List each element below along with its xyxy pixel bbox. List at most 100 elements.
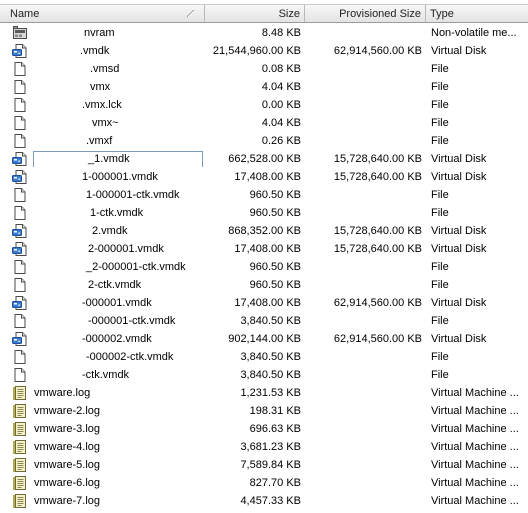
file-row[interactable]: _1.vmdk 662,528.00 KB 15,728,640.00 KB Virt… [0, 150, 528, 168]
file-name: 2-ctk.vmdk [88, 279, 142, 291]
column-header-size-label: Size [278, 7, 300, 20]
file-name-cell: vmware-3.log [0, 421, 205, 437]
file-type: Virtual Machine ... [431, 477, 519, 489]
file-type: Virtual Machine ... [431, 387, 519, 399]
file-provisioned-size: 15,728,640.00 KB [333, 153, 422, 165]
file-name-cell: vmx~ [0, 115, 205, 131]
redacted-name-prefix [34, 44, 80, 58]
log-file-icon [12, 385, 28, 401]
file-row[interactable]: vmware-3.log 696.63 KB Virtual Machine ... [0, 420, 528, 438]
file-type: File [431, 81, 449, 93]
file-type: Virtual Disk [431, 171, 487, 183]
file-name: .vmsd [90, 63, 120, 75]
file-type: File [431, 315, 449, 327]
file-row[interactable]: vmware-2.log 198.31 KB Virtual Machine ... [0, 402, 528, 420]
file-row[interactable]: vmx~ 4.04 KB File [0, 114, 528, 132]
file-type: File [431, 351, 449, 363]
column-header-name[interactable]: Name [0, 5, 205, 22]
file-name: _1.vmdk [88, 153, 130, 165]
file-name: vmware-4.log [34, 441, 101, 453]
file-name: 1-000001.vmdk [82, 171, 158, 183]
file-size: 17,408.00 KB [234, 243, 301, 255]
file-name-cell: 1-000001-ctk.vmdk [0, 187, 205, 203]
file-row[interactable]: vmware-7.log 4,457.33 KB Virtual Machine .… [0, 492, 528, 510]
file-row[interactable]: 1-000001-ctk.vmdk 960.50 KB File [0, 186, 528, 204]
file-row[interactable]: 1-000001.vmdk 17,408.00 KB 15,728,640.00 K… [0, 168, 528, 186]
file-name-cell: 2.vmdk [0, 223, 205, 239]
log-file-icon [12, 439, 28, 455]
file-size: 0.08 KB [261, 63, 301, 75]
column-header-size[interactable]: Size [205, 5, 305, 22]
file-row[interactable]: .vmxf 0.26 KB File [0, 132, 528, 150]
file-type: Virtual Machine ... [431, 405, 519, 417]
file-provisioned-size: 15,728,640.00 KB [333, 225, 422, 237]
file-name-cell: .vmsd [0, 61, 205, 77]
file-size: 17,408.00 KB [234, 171, 301, 183]
file-row[interactable]: -ctk.vmdk 3,840.50 KB File [0, 366, 528, 384]
file-row[interactable]: vmware-5.log 7,589.84 KB Virtual Machine .… [0, 456, 528, 474]
file-name: vmware.log [34, 387, 91, 399]
file-size: 1,231.53 KB [240, 387, 301, 399]
virtual-disk-icon [12, 331, 28, 347]
file-size: 827.70 KB [249, 477, 301, 489]
file-row[interactable]: -000001-ctk.vmdk 3,840.50 KB File [0, 312, 528, 330]
file-icon [12, 61, 28, 77]
file-row[interactable]: .vmsd 0.08 KB File [0, 60, 528, 78]
file-provisioned-size: 62,914,560.00 KB [333, 45, 422, 57]
file-row[interactable]: 2-ctk.vmdk 960.50 KB File [0, 276, 528, 294]
file-name-cell: .vmx.lck [0, 97, 205, 113]
file-type: Virtual Disk [431, 153, 487, 165]
file-name-cell: .vmdk [0, 43, 205, 59]
file-row[interactable]: .vmdk 21,544,960.00 KB 62,914,560.00 KB Vir… [0, 42, 528, 60]
column-header-provisioned-size[interactable]: Provisioned Size [305, 5, 426, 22]
file-row[interactable]: -000001.vmdk 17,408.00 KB 62,914,560.00 KB… [0, 294, 528, 312]
file-row[interactable]: .vmx.lck 0.00 KB File [0, 96, 528, 114]
file-row[interactable]: _2-000001-ctk.vmdk 960.50 KB File [0, 258, 528, 276]
file-icon [12, 97, 28, 113]
file-row[interactable]: vmx 4.04 KB File [0, 78, 528, 96]
file-name-cell: 2-000001.vmdk [0, 241, 205, 257]
file-name: 1-ctk.vmdk [90, 207, 144, 219]
file-row[interactable]: vmware-4.log 3,681.23 KB Virtual Machine .… [0, 438, 528, 456]
file-name-cell: vmware-2.log [0, 403, 205, 419]
file-size: 17,408.00 KB [234, 297, 301, 309]
redacted-name-prefix [34, 296, 82, 310]
file-size: 662,528.00 KB [228, 153, 301, 165]
file-name-cell: -000001-ctk.vmdk [0, 313, 205, 329]
file-size: 3,840.50 KB [240, 369, 301, 381]
redacted-name-prefix [34, 62, 90, 76]
file-name-cell: vmware-5.log [0, 457, 205, 473]
file-name: vmware-7.log [34, 495, 101, 507]
file-row[interactable]: 1-ctk.vmdk 960.50 KB File [0, 204, 528, 222]
file-row[interactable]: nvram 8.48 KB Non-volatile me... [0, 24, 528, 42]
file-type: File [431, 207, 449, 219]
file-row[interactable]: vmware-6.log 827.70 KB Virtual Machine ... [0, 474, 528, 492]
file-size: 4.04 KB [261, 81, 301, 93]
file-name: .vmdk [80, 45, 110, 57]
file-name: -000001.vmdk [82, 297, 152, 309]
file-size: 960.50 KB [249, 207, 301, 219]
column-header-type-label: Type [430, 7, 454, 20]
file-type: File [431, 63, 449, 75]
file-name: -000002.vmdk [82, 333, 152, 345]
file-name-cell: 2-ctk.vmdk [0, 277, 205, 293]
file-type: File [431, 261, 449, 273]
file-name: .vmxf [86, 135, 113, 147]
file-row[interactable]: vmware.log 1,231.53 KB Virtual Machine ... [0, 384, 528, 402]
file-row[interactable]: -000002-ctk.vmdk 3,840.50 KB File [0, 348, 528, 366]
redacted-name-prefix [34, 368, 82, 382]
file-type: File [431, 189, 449, 201]
file-row[interactable]: 2.vmdk 868,352.00 KB 15,728,640.00 KB Virtu… [0, 222, 528, 240]
column-header-type[interactable]: Type [426, 5, 528, 22]
file-type: Virtual Disk [431, 225, 487, 237]
file-name-cell: vmware-4.log [0, 439, 205, 455]
file-type: Virtual Disk [431, 45, 487, 57]
redacted-name-prefix [34, 98, 82, 112]
file-row[interactable]: -000002.vmdk 902,144.00 KB 62,914,560.00 K… [0, 330, 528, 348]
file-row[interactable]: 2-000001.vmdk 17,408.00 KB 15,728,640.00 K… [0, 240, 528, 258]
file-name: vmware-3.log [34, 423, 101, 435]
virtual-disk-icon [12, 169, 28, 185]
file-type: File [431, 117, 449, 129]
file-icon [12, 115, 28, 131]
file-size: 696.63 KB [249, 423, 301, 435]
